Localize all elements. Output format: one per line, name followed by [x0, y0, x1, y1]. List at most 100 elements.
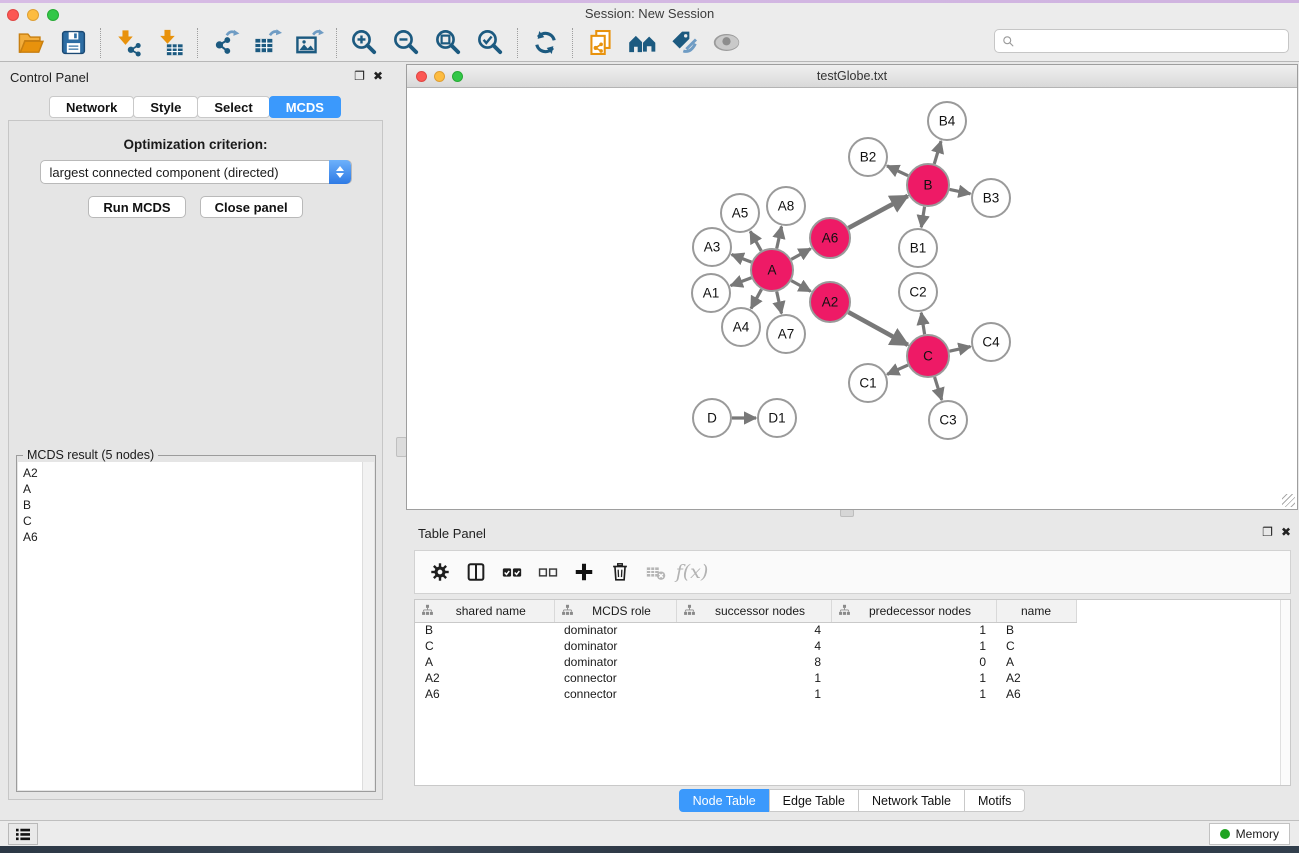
- result-item[interactable]: C: [23, 513, 362, 529]
- zoom-out-icon: [392, 28, 421, 57]
- duplicate-network-button[interactable]: [579, 26, 621, 60]
- export-table-button[interactable]: [246, 26, 288, 60]
- graph-node-label: A4: [733, 320, 750, 335]
- graph-edge-A-A3[interactable]: [732, 255, 752, 263]
- result-item[interactable]: A6: [23, 529, 362, 545]
- horizontal-split-handle[interactable]: [840, 509, 854, 517]
- memory-label: Memory: [1236, 827, 1279, 841]
- graph-edge-B-B2[interactable]: [887, 166, 908, 176]
- table-scrollbar[interactable]: [1280, 600, 1290, 785]
- tab-edge-table[interactable]: Edge Table: [769, 789, 859, 812]
- float-panel-icon[interactable]: ❐: [354, 69, 365, 83]
- hierarchy-icon: [683, 604, 696, 617]
- table-cell: C: [996, 638, 1076, 654]
- delete-column-button[interactable]: [605, 556, 635, 588]
- result-scrollbar[interactable]: [362, 462, 374, 790]
- tab-style[interactable]: Style: [133, 96, 198, 118]
- close-panel-icon[interactable]: ✖: [373, 69, 383, 83]
- network-canvas[interactable]: B4B2BB3A5A8A6B1A3AA1C2A2A4A7C4CC1C3DD1: [407, 88, 1297, 509]
- zoom-in-button[interactable]: [343, 26, 385, 60]
- graph-edge-B-B1[interactable]: [921, 207, 924, 228]
- graph-edge-B-B4[interactable]: [934, 141, 941, 164]
- graph-edge-C-C4[interactable]: [949, 347, 970, 352]
- table-cell: A2: [996, 670, 1076, 686]
- table-row[interactable]: Bdominator41B: [415, 622, 1076, 638]
- tab-node-table[interactable]: Node Table: [679, 789, 770, 812]
- refresh-icon: [531, 28, 560, 57]
- search-field[interactable]: [994, 29, 1289, 53]
- graph-edge-C-C2[interactable]: [921, 313, 924, 335]
- table-cell: 1: [831, 670, 996, 686]
- graph-node-label: A7: [778, 327, 795, 342]
- tab-network[interactable]: Network: [49, 96, 134, 118]
- column-header-successor-nodes[interactable]: successor nodes: [676, 600, 831, 622]
- hide-labels-button[interactable]: [663, 26, 705, 60]
- columns-button[interactable]: [461, 556, 491, 588]
- home-button[interactable]: [621, 26, 663, 60]
- import-network-button[interactable]: [107, 26, 149, 60]
- result-item[interactable]: B: [23, 497, 362, 513]
- zoom-selected-button[interactable]: [469, 26, 511, 60]
- save-session-button[interactable]: [52, 26, 94, 60]
- graph-node-label: A5: [732, 206, 749, 221]
- zoom-fit-button[interactable]: [427, 26, 469, 60]
- column-header-shared-name[interactable]: shared name: [415, 600, 554, 622]
- graph-edge-A-A6[interactable]: [791, 249, 810, 260]
- column-header-name[interactable]: name: [996, 600, 1076, 622]
- float-table-panel-icon[interactable]: ❐: [1262, 525, 1273, 539]
- graph-edge-B-B3[interactable]: [950, 189, 971, 193]
- graph-edge-A-A4[interactable]: [751, 289, 761, 308]
- graph-edge-A-A1[interactable]: [731, 278, 752, 286]
- graph-node-label: D1: [768, 411, 785, 426]
- graph-edge-C-C1[interactable]: [887, 365, 908, 374]
- result-item[interactable]: A: [23, 481, 362, 497]
- graph-edge-A-A5[interactable]: [750, 231, 761, 251]
- resize-grip-icon[interactable]: [1282, 494, 1295, 507]
- open-file-button[interactable]: [10, 26, 52, 60]
- memory-button[interactable]: Memory: [1209, 823, 1290, 845]
- mcds-result-list[interactable]: A2ABCA6: [18, 462, 362, 790]
- import-table-button[interactable]: [149, 26, 191, 60]
- result-item[interactable]: A2: [23, 465, 362, 481]
- hide-columns-button[interactable]: [533, 556, 563, 588]
- table-row[interactable]: Cdominator41C: [415, 638, 1076, 654]
- column-header-predecessor-nodes[interactable]: predecessor nodes: [831, 600, 996, 622]
- graph-edge-A-A7[interactable]: [777, 291, 782, 313]
- graph-edge-A6-B[interactable]: [848, 196, 907, 228]
- eye-button[interactable]: [705, 26, 747, 60]
- network-graph[interactable]: B4B2BB3A5A8A6B1A3AA1C2A2A4A7C4CC1C3DD1: [407, 88, 1297, 509]
- column-header-MCDS-role[interactable]: MCDS role: [554, 600, 676, 622]
- tab-select[interactable]: Select: [197, 96, 269, 118]
- show-columns-button[interactable]: [497, 556, 527, 588]
- table-row[interactable]: A2connector11A2: [415, 670, 1076, 686]
- table-cell: 1: [831, 686, 996, 702]
- search-input[interactable]: [1016, 31, 1288, 51]
- run-mcds-button[interactable]: Run MCDS: [88, 196, 185, 218]
- function-builder-button[interactable]: f(x): [677, 556, 707, 588]
- gear-button[interactable]: [425, 556, 455, 588]
- graph-node-label: C1: [859, 376, 876, 391]
- tab-network-table[interactable]: Network Table: [858, 789, 965, 812]
- export-network-button[interactable]: [204, 26, 246, 60]
- close-table-panel-icon[interactable]: ✖: [1281, 525, 1291, 539]
- table-row[interactable]: Adominator80A: [415, 654, 1076, 670]
- graph-edge-C-C3[interactable]: [935, 377, 942, 400]
- export-image-button[interactable]: [288, 26, 330, 60]
- control-panel-tabs: NetworkStyleSelectMCDS: [0, 96, 391, 118]
- main-toolbar: [0, 24, 1299, 62]
- refresh-button[interactable]: [524, 26, 566, 60]
- criterion-select[interactable]: largest connected component (directed): [40, 160, 352, 184]
- table-cell: 1: [831, 622, 996, 638]
- save-session-icon: [59, 28, 88, 57]
- graph-edge-A-A2[interactable]: [791, 281, 810, 292]
- zoom-out-button[interactable]: [385, 26, 427, 60]
- delete-table-button[interactable]: [641, 556, 671, 588]
- table-row[interactable]: A6connector11A6: [415, 686, 1076, 702]
- tab-motifs[interactable]: Motifs: [964, 789, 1025, 812]
- close-panel-button[interactable]: Close panel: [200, 196, 303, 218]
- tab-mcds[interactable]: MCDS: [269, 96, 341, 118]
- show-panels-button[interactable]: [8, 823, 38, 845]
- add-column-button[interactable]: [569, 556, 599, 588]
- graph-edge-A2-C[interactable]: [848, 312, 907, 345]
- graph-edge-A-A8[interactable]: [777, 227, 782, 249]
